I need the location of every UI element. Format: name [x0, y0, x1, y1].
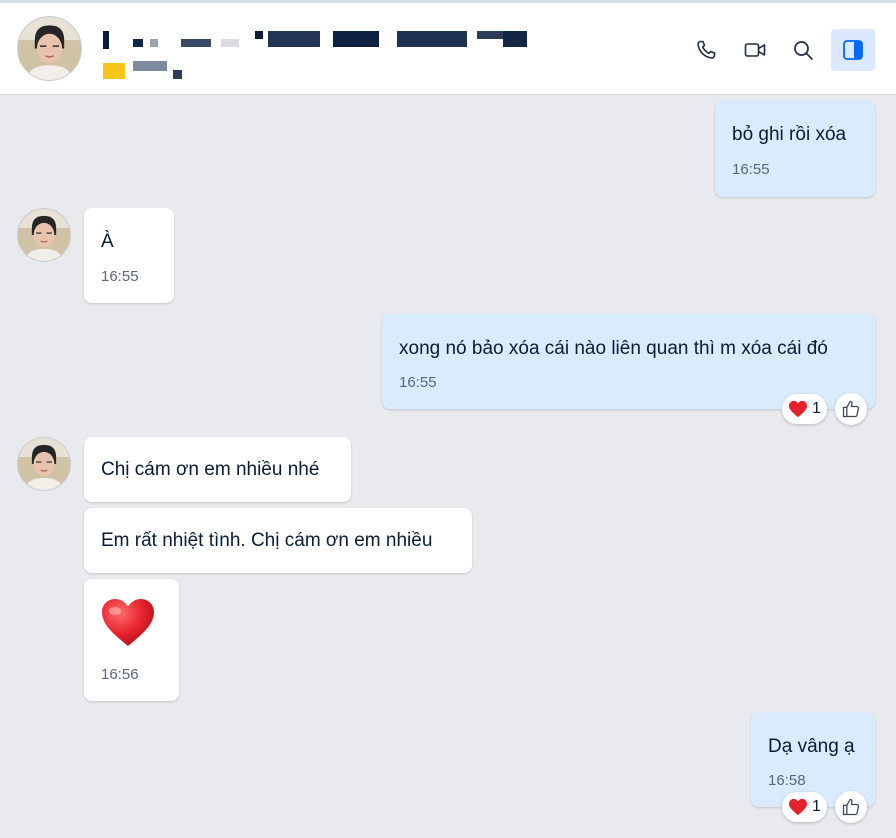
- message-time: 16:55: [399, 374, 437, 391]
- reaction-summary[interactable]: 1: [782, 792, 827, 822]
- avatar-photo: [18, 17, 81, 80]
- search-button[interactable]: [788, 35, 818, 65]
- reaction-count: 1: [812, 400, 821, 417]
- thumbs-up-icon: [842, 798, 860, 816]
- phone-icon: [697, 40, 716, 59]
- message-text: À: [101, 231, 114, 252]
- message-time: 16:58: [768, 772, 806, 789]
- conversation-info-toggle[interactable]: [831, 29, 875, 71]
- message-bubble-incoming[interactable]: À 16:55: [84, 208, 174, 303]
- message-text: Em rất nhiệt tình. Chị cám ơn em nhiều: [101, 530, 433, 551]
- video-call-button[interactable]: [740, 35, 770, 65]
- thumbs-up-icon: [842, 400, 860, 418]
- message-time: 16:56: [101, 666, 139, 683]
- reaction-summary[interactable]: 1: [782, 394, 827, 424]
- chat-header: [0, 0, 896, 95]
- sender-avatar[interactable]: [17, 437, 71, 491]
- search-icon: [794, 41, 813, 60]
- message-text: bỏ ghi rồi xóa: [732, 124, 847, 145]
- heart-reaction-icon: [789, 798, 807, 816]
- video-camera-icon: [744, 43, 766, 57]
- side-panel-icon: [843, 40, 863, 60]
- message-text: Chị cám ơn em nhiều nhé: [101, 459, 320, 480]
- message-text: Dạ vâng ạ: [768, 736, 855, 757]
- message-bubble-outgoing[interactable]: bỏ ghi rồi xóa 16:55: [715, 100, 875, 197]
- contact-name-blurred: [103, 31, 533, 49]
- message-time: 16:55: [732, 161, 770, 178]
- contact-status-blurred: [103, 61, 203, 79]
- heart-reaction-icon: [789, 400, 807, 418]
- contact-avatar[interactable]: [17, 16, 82, 81]
- message-bubble-incoming[interactable]: Em rất nhiệt tình. Chị cám ơn em nhiều: [84, 508, 472, 573]
- red-heart-emoji: [102, 599, 154, 646]
- message-bubble-incoming[interactable]: Chị cám ơn em nhiều nhé: [84, 437, 351, 502]
- message-time: 16:55: [101, 268, 139, 285]
- avatar-photo: [18, 438, 70, 490]
- react-button[interactable]: [835, 393, 867, 425]
- voice-call-button[interactable]: [691, 35, 721, 65]
- message-bubble-incoming[interactable]: 16:56: [84, 579, 179, 701]
- react-button[interactable]: [835, 791, 867, 823]
- sender-avatar[interactable]: [17, 208, 71, 262]
- message-text: xong nó bảo xóa cái nào liên quan thì m …: [399, 338, 828, 359]
- reaction-count: 1: [812, 798, 821, 815]
- avatar-photo: [18, 209, 70, 261]
